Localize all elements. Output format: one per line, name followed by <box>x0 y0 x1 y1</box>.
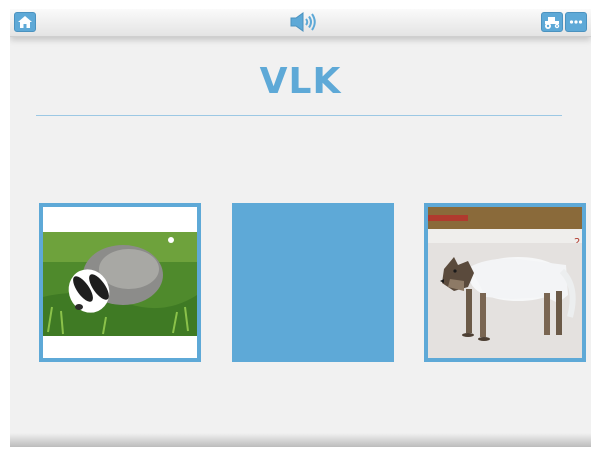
wolf-photo: 2 <box>428 207 582 358</box>
app-screen: VLK 2 <box>10 9 591 447</box>
title-divider <box>36 115 562 116</box>
bottom-edge-shadow <box>10 433 591 447</box>
badger-photo <box>43 207 197 358</box>
sound-button[interactable] <box>287 11 321 33</box>
top-toolbar <box>10 9 591 37</box>
answer-card-badger[interactable] <box>39 203 201 362</box>
target-word: VLK <box>259 61 342 102</box>
answer-card-blank[interactable] <box>232 203 394 362</box>
speaker-icon <box>287 12 321 37</box>
home-button[interactable] <box>14 12 36 32</box>
vehicle-button[interactable] <box>541 12 563 32</box>
more-button[interactable] <box>565 12 587 32</box>
answer-card-wolf[interactable]: 2 <box>424 203 586 362</box>
